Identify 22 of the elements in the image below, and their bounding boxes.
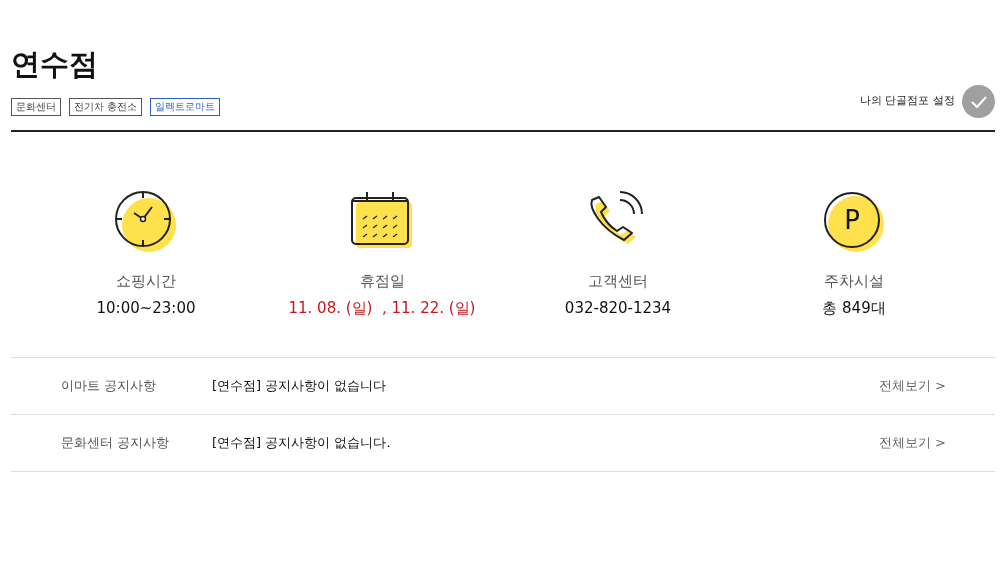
store-tag: 일렉트로마트 [150,98,221,116]
info-value: 총 849대 [822,297,886,319]
info-value: 11. 08. (일) , 11. 22. (일) [288,297,476,319]
favorite-store-label: 나의 단골점포 설정 [860,93,955,110]
store-title: 연수점 [11,46,99,82]
store-tag: 문화센터 [11,98,61,116]
notice-category: 이마트 공지사항 [60,377,158,396]
info-label: 휴점일 [359,271,405,292]
notice-category: 문화센터 공지사항 [60,434,171,453]
info-label: 쇼핑시간 [116,271,176,292]
info-value: 10:00~23:00 [96,297,196,319]
notice-message: [연수점] 공지사항이 없습니다 [212,377,388,396]
info-label: 고객센터 [588,271,648,292]
store-tag: 전기차 충전소 [69,98,143,116]
info-label: 주차시설 [824,271,884,292]
clock-icon [114,190,178,254]
view-all-link[interactable]: 전체보기 > [878,433,946,453]
info-value: 032-820-1234 [564,297,672,319]
check-icon [970,95,987,108]
notice-message: [연수점] 공지사항이 없습니다. [212,434,392,453]
view-all-link[interactable]: 전체보기 > [878,376,946,396]
favorite-button[interactable] [962,85,995,118]
